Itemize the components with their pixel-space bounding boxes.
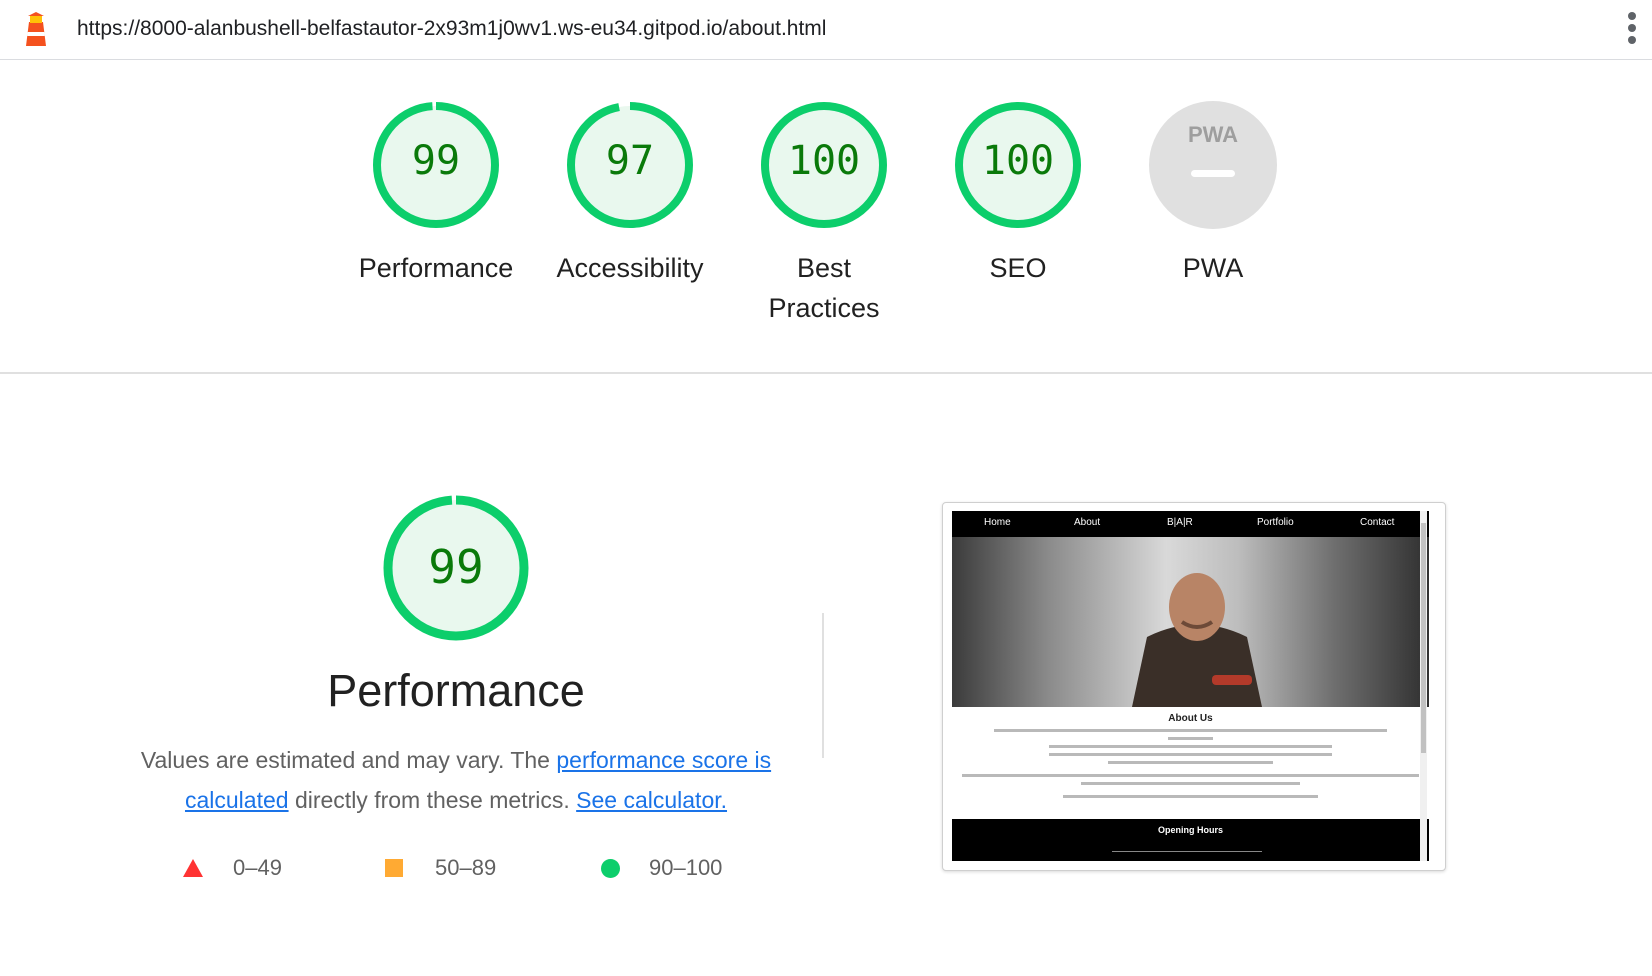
pwa-badge-text: PWA: [1188, 122, 1238, 147]
screenshot-navbar: Home About B|A|R Portfolio Contact: [952, 511, 1429, 537]
gauge-label: PWA: [1182, 253, 1244, 283]
gauge-label: Best Practices: [768, 253, 880, 323]
performance-description: Values are estimated and may vary. The p…: [120, 740, 792, 820]
desc-text: directly from these metrics.: [288, 787, 577, 813]
category-gauges: 99 Performance 97 Accessibility 100 Best…: [0, 100, 1652, 370]
gauge-performance[interactable]: 99 Performance: [351, 100, 521, 288]
gauge-score: 99: [411, 138, 461, 184]
browser-url-bar: https://8000-alanbushell-belfastautor-2x…: [0, 0, 1652, 60]
screenshot-nav-item: Contact: [1360, 517, 1395, 528]
screenshot-nav-item: B|A|R: [1167, 517, 1193, 528]
desc-text: Values are estimated and may vary. The: [140, 747, 557, 773]
gauge-seo[interactable]: 100 SEO: [933, 100, 1103, 288]
legend-range: 50–89: [435, 855, 497, 880]
mechanic-photo-icon: [1132, 573, 1262, 707]
gauge-accessibility[interactable]: 97 Accessibility: [545, 100, 715, 288]
performance-score: 99: [428, 540, 484, 594]
triangle-icon: [183, 859, 203, 877]
screenshot-footer: Opening Hours: [952, 819, 1429, 861]
vertical-divider: [822, 613, 824, 758]
gauge-score: 100: [787, 138, 861, 184]
pwa-badge-icon: PWA: [1149, 101, 1277, 229]
legend-average: 50–89: [385, 855, 496, 881]
gauge-label: SEO: [989, 253, 1047, 283]
final-screenshot[interactable]: Home About B|A|R Portfolio Contact About…: [942, 502, 1446, 871]
gauge-label: Performance: [358, 253, 514, 283]
screenshot-footer-heading: Opening Hours: [1158, 825, 1223, 835]
square-icon: [385, 859, 403, 877]
legend-pass: 90–100: [601, 855, 722, 881]
legend-range: 0–49: [233, 855, 282, 880]
url-text[interactable]: https://8000-alanbushell-belfastautor-2x…: [77, 17, 826, 41]
lighthouse-icon: [26, 12, 46, 46]
legend-fail: 0–49: [183, 855, 282, 881]
gauge-label: Accessibility: [556, 253, 704, 283]
screenshot-nav-item: Home: [984, 517, 1011, 528]
gauge-best-practices[interactable]: 100 Best Practices: [739, 100, 909, 328]
kebab-menu-icon[interactable]: [1624, 12, 1640, 48]
see-calculator-link[interactable]: See calculator.: [576, 787, 727, 813]
gauge-score: 97: [605, 138, 655, 184]
legend-range: 90–100: [649, 855, 723, 880]
screenshot-page: Home About B|A|R Portfolio Contact About…: [952, 511, 1429, 861]
screenshot-hero-image: [952, 537, 1429, 707]
screenshot-heading: About Us: [1168, 713, 1213, 724]
screenshot-nav-item: About: [1074, 517, 1101, 528]
performance-title: Performance: [327, 665, 585, 716]
gauge-score: 100: [981, 138, 1055, 184]
screenshot-nav-item: Portfolio: [1257, 517, 1294, 528]
screenshot-scrollbar: [1420, 511, 1427, 861]
section-divider: [0, 372, 1652, 374]
gauge-pwa[interactable]: PWA PWA: [1128, 100, 1298, 288]
screenshot-body-text: [962, 729, 1419, 803]
circle-icon: [601, 859, 620, 878]
